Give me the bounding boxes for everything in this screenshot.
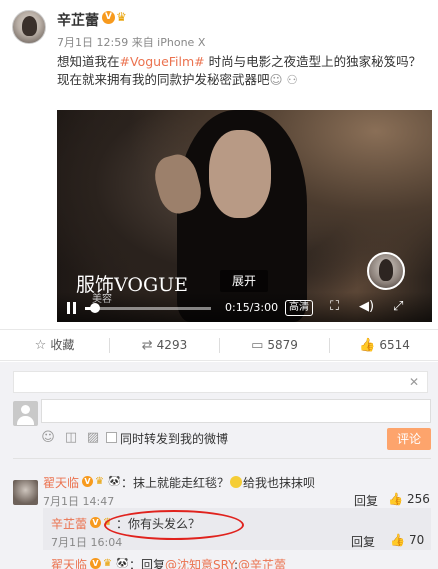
post-header: 辛芷蕾 V ♛ 7月1日 12:59 来自 iPhone X (0, 0, 438, 54)
verified-badge-icon: V (90, 517, 101, 528)
fullscreen-web-icon[interactable]: ⛶ (330, 300, 339, 314)
panda-icon: 🐼 (116, 558, 129, 569)
post-text-prefix: 想知道我在 (57, 54, 120, 69)
comment-area: ✕ ☺ ◫ ▨ 同时转发到我的微博 评论 翟天临 V ♛ 🐼 ：抹上就能走红毯？… (0, 362, 438, 569)
mention-link[interactable]: @辛芷蕾 (238, 558, 286, 569)
comment-text-prefix: ：回复 (129, 558, 166, 569)
post-text: 想知道我在#VogueFilm# 时尚与电影之夜造型上的独家秘笈吗？现在就来拥有… (57, 53, 429, 89)
quality-button[interactable]: 高清 (285, 300, 313, 316)
reply-button[interactable]: 回复 (354, 492, 378, 509)
comment-icon: ▭ (251, 338, 264, 353)
emoji-icon (230, 476, 243, 488)
image-icon[interactable]: ▨ (86, 431, 100, 445)
verified-badge-icon: V (102, 11, 115, 24)
fullscreen-icon[interactable]: ⤢ (393, 300, 403, 314)
comment-like-count: 256 (406, 492, 430, 506)
comment-input[interactable] (41, 399, 431, 423)
thumbs-up-icon: 👍 (388, 492, 403, 506)
like-count: 6514 (379, 338, 410, 352)
pause-icon[interactable] (66, 302, 78, 314)
mention-link[interactable]: @沈知意SRY (165, 558, 234, 569)
video-time: 0:15/3:00 (225, 301, 279, 314)
video-uploader-avatar[interactable] (367, 252, 405, 290)
vip-crown-icon: ♛ (103, 558, 112, 569)
post-meta: 7月1日 12:59 来自 iPhone X (57, 36, 206, 49)
reply-like-button[interactable]: 👍 70 (390, 533, 424, 547)
expand-button[interactable]: 展开 (220, 270, 268, 292)
repost-checkbox-label: 同时转发到我的微博 (120, 432, 229, 446)
panda-icon: 🐼 (108, 476, 121, 487)
repost-checkbox[interactable] (106, 432, 117, 443)
post-text-icons: ☺ ⚇ (269, 72, 298, 87)
comment-text: ：回复@沈知意SRY:@辛芷蕾 (129, 556, 286, 569)
thumbs-up-icon: 👍 (359, 338, 376, 353)
comment-text-a: ：抹上就能走红毯？ (121, 476, 230, 490)
verified-badge-icon: V (90, 558, 101, 569)
top-search-input[interactable]: ✕ (13, 371, 428, 393)
favorite-button[interactable]: ☆ 收藏 (0, 330, 109, 360)
repost-count: 4293 (156, 338, 188, 352)
author-name[interactable]: 辛芷蕾 (57, 10, 99, 30)
divider (13, 458, 431, 459)
comment-button[interactable]: ▭ 5879 (220, 330, 329, 360)
emoji-icon[interactable]: ☺ (41, 431, 55, 445)
hashtag-link[interactable]: #VogueFilm# (120, 54, 205, 69)
repost-icon: ⇄ (141, 338, 153, 353)
video-progress-bar[interactable] (85, 303, 211, 313)
volume-icon[interactable]: ◀) (359, 300, 374, 314)
thumbs-up-icon: 👍 (390, 533, 405, 547)
current-user-avatar (13, 401, 38, 426)
close-icon[interactable]: ✕ (407, 375, 421, 389)
repost-button[interactable]: ⇄ 4293 (110, 330, 219, 360)
comment-text: ：抹上就能走红毯？ 给我也抹抹呗 (121, 474, 315, 491)
like-button[interactable]: 👍 6514 (330, 330, 438, 360)
post-action-bar: ☆ 收藏 ⇄ 4293 ▭ 5879 👍 6514 (0, 329, 438, 361)
comment-author[interactable]: 翟天临 (43, 474, 79, 491)
reply-button[interactable]: 回复 (351, 533, 375, 550)
comment-like-button[interactable]: 👍 256 (388, 492, 430, 506)
comment-time: 7月1日 14:47 (43, 495, 115, 508)
comment-author[interactable]: 翟天临 (51, 556, 87, 569)
video-icon[interactable]: ◫ (64, 431, 78, 445)
comment-avatar[interactable] (13, 480, 38, 505)
reply-author[interactable]: 辛芷蕾 (51, 515, 87, 532)
author-avatar[interactable] (12, 10, 46, 44)
vip-crown-icon: ♛ (116, 10, 127, 24)
video-progress-knob[interactable] (90, 303, 101, 313)
video-controls: 0:15/3:00 高清 ⛶ ◀) ⤢ (57, 292, 432, 322)
favorite-label: 收藏 (50, 338, 75, 352)
star-icon: ☆ (34, 338, 47, 353)
comment-text-b: 给我也抹抹呗 (243, 476, 316, 490)
comment-count: 5879 (267, 338, 298, 352)
reply-time: 7月1日 16:04 (51, 536, 123, 549)
vip-crown-icon: ♛ (95, 476, 104, 487)
video-subject-face (209, 130, 271, 218)
reply-like-count: 70 (408, 533, 425, 547)
verified-badge-icon: V (82, 476, 93, 487)
highlight-circle (104, 510, 244, 540)
video-player[interactable]: 服饰VOGUE 美容 展开 0:15/3:00 高清 ⛶ ◀) ⤢ (57, 110, 432, 322)
submit-comment-button[interactable]: 评论 (387, 428, 431, 450)
